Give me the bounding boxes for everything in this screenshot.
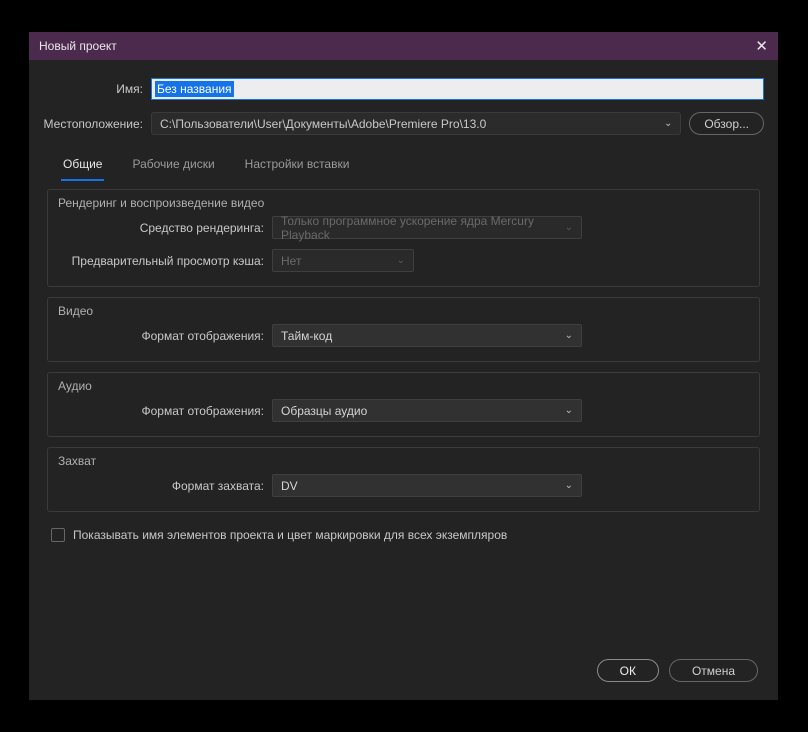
video-legend: Видео: [58, 304, 93, 318]
browse-button[interactable]: Обзор...: [689, 112, 764, 135]
close-icon[interactable]: ✕: [755, 39, 768, 54]
capture-group: Захват Формат захвата: DV ⌄: [47, 447, 760, 512]
capture-legend: Захват: [58, 454, 96, 468]
name-label: Имя:: [43, 82, 151, 96]
video-display-value: Тайм-код: [281, 329, 332, 343]
audio-legend: Аудио: [58, 379, 92, 393]
show-name-checkbox-label: Показывать имя элементов проекта и цвет …: [73, 528, 507, 542]
video-display-label: Формат отображения:: [62, 329, 272, 343]
name-row: Имя: Без названия: [43, 78, 764, 100]
titlebar: Новый проект ✕: [29, 32, 778, 60]
tabs: Общие Рабочие диски Настройки вставки: [43, 145, 764, 181]
name-input-value: Без названия: [155, 81, 234, 97]
cache-preview-dropdown: Нет ⌄: [272, 249, 414, 272]
chevron-down-icon: ⌄: [397, 255, 405, 266]
renderer-label: Средство рендеринга:: [62, 221, 272, 235]
cache-preview-label: Предварительный просмотр кэша:: [62, 254, 272, 268]
cache-preview-value: Нет: [281, 254, 301, 268]
location-path: C:\Пользователи\User\Документы\Adobe\Pre…: [160, 117, 486, 131]
audio-display-label: Формат отображения:: [62, 404, 272, 418]
general-panel: Рендеринг и воспроизведение видео Средст…: [43, 181, 764, 542]
tab-ingest-settings[interactable]: Настройки вставки: [243, 151, 352, 181]
show-name-checkbox-row: Показывать имя элементов проекта и цвет …: [47, 522, 760, 542]
audio-display-dropdown[interactable]: Образцы аудио ⌄: [272, 399, 582, 422]
location-select[interactable]: C:\Пользователи\User\Документы\Adobe\Pre…: [151, 112, 681, 135]
capture-format-dropdown[interactable]: DV ⌄: [272, 474, 582, 497]
chevron-down-icon: ⌄: [565, 330, 573, 341]
chevron-down-icon: ⌄: [565, 480, 573, 491]
video-group: Видео Формат отображения: Тайм-код ⌄: [47, 297, 760, 362]
chevron-down-icon: ⌄: [664, 118, 672, 129]
chevron-down-icon: ⌄: [565, 222, 573, 233]
show-name-checkbox[interactable]: [51, 528, 65, 542]
window-title: Новый проект: [39, 39, 117, 53]
name-input[interactable]: Без названия: [151, 78, 764, 100]
rendering-group: Рендеринг и воспроизведение видео Средст…: [47, 189, 760, 287]
location-label: Местоположение:: [43, 117, 151, 131]
renderer-dropdown: Только программное ускорение ядра Mercur…: [272, 216, 582, 239]
audio-display-value: Образцы аудио: [281, 404, 367, 418]
renderer-value: Только программное ускорение ядра Mercur…: [281, 214, 565, 242]
audio-group: Аудио Формат отображения: Образцы аудио …: [47, 372, 760, 437]
cancel-button[interactable]: Отмена: [669, 659, 758, 682]
dialog-footer: ОК Отмена: [43, 649, 764, 686]
tab-scratch-disks[interactable]: Рабочие диски: [130, 151, 216, 181]
rendering-legend: Рендеринг и воспроизведение видео: [58, 196, 264, 210]
video-display-dropdown[interactable]: Тайм-код ⌄: [272, 324, 582, 347]
tab-general[interactable]: Общие: [61, 151, 104, 181]
ok-button[interactable]: ОК: [597, 659, 659, 682]
dialog-content: Имя: Без названия Местоположение: C:\Пол…: [29, 60, 778, 700]
chevron-down-icon: ⌄: [565, 405, 573, 416]
capture-format-value: DV: [281, 479, 298, 493]
new-project-dialog: Новый проект ✕ Имя: Без названия Местопо…: [29, 32, 778, 700]
location-row: Местоположение: C:\Пользователи\User\Док…: [43, 112, 764, 135]
capture-format-label: Формат захвата:: [62, 479, 272, 493]
